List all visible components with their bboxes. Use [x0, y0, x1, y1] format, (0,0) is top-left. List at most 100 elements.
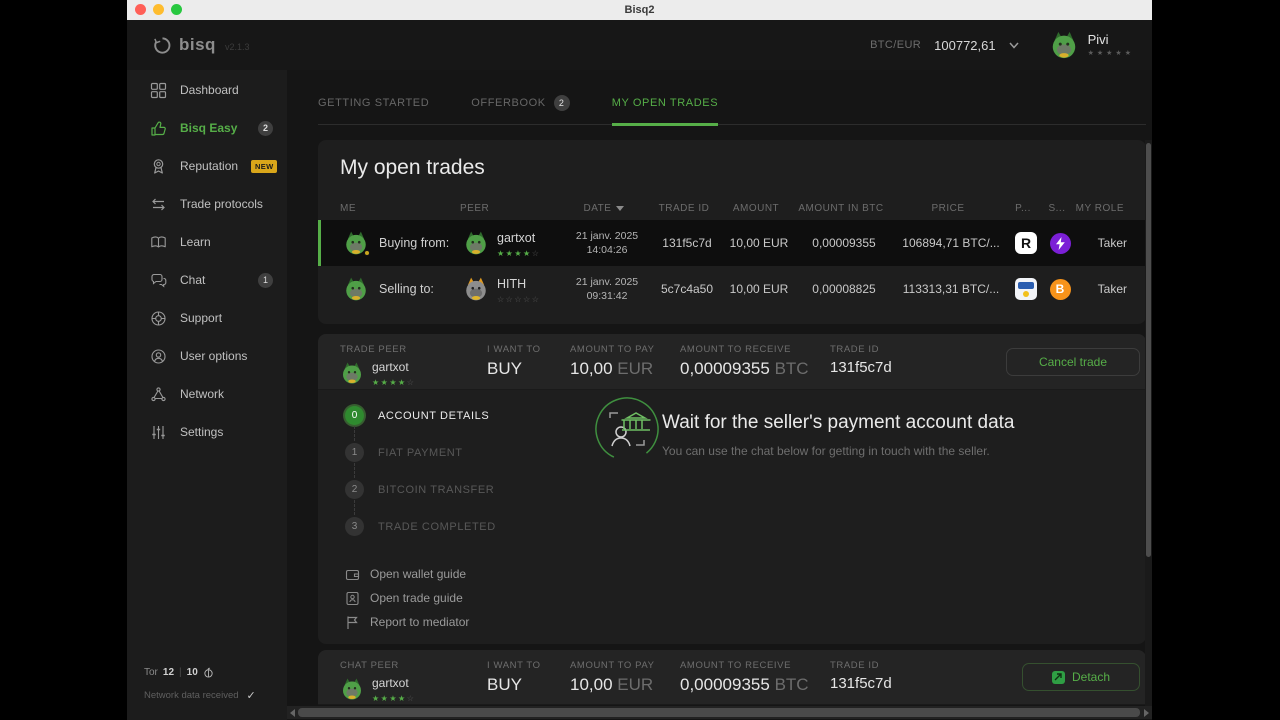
- sidebar-item-bisq-easy[interactable]: Bisq Easy 2: [127, 109, 287, 147]
- my-role: Taker: [1097, 282, 1127, 296]
- trade-steps: 0 ACCOUNT DETAILS 1 FIAT PAYMENT 2 BITCO…: [345, 406, 496, 554]
- pay-currency: EUR: [617, 675, 654, 694]
- market-price-selector[interactable]: BTC/EUR 100772,61: [870, 38, 1019, 53]
- trade-row-131f5c7d[interactable]: Buying from: gartxot ★★★★☆ 21 janv. 2025: [318, 220, 1146, 266]
- detach-chat-button[interactable]: Detach: [1022, 663, 1140, 691]
- tab-offerbook[interactable]: OFFERBOOK 2: [471, 94, 570, 124]
- sidebar-item-label: Bisq Easy: [180, 121, 238, 135]
- detach-icon: [1051, 670, 1065, 684]
- step-trade-completed: 3 TRADE COMPLETED: [345, 517, 496, 536]
- sidebar-item-settings[interactable]: Settings: [127, 413, 287, 451]
- sidebar-item-network[interactable]: Network: [127, 375, 287, 413]
- column-my-role[interactable]: MY ROLE: [1074, 203, 1124, 214]
- flag-icon: [347, 616, 358, 629]
- tab-getting-started[interactable]: GETTING STARTED: [318, 94, 429, 124]
- chat-peer-label: CHAT PEER: [340, 660, 399, 671]
- main-content: GETTING STARTED OFFERBOOK 2 MY OPEN TRAD…: [287, 70, 1152, 720]
- step-fiat-payment: 1 FIAT PAYMENT: [345, 443, 496, 478]
- detach-label: Detach: [1071, 670, 1111, 684]
- trade-summary-strip: TRADE PEER gartxot ★★★★☆ I WANT TO BUY A…: [318, 334, 1146, 390]
- sidebar-item-label: Network: [180, 387, 225, 401]
- step-number: 2: [345, 480, 364, 499]
- wallet-icon: [345, 569, 360, 580]
- window-title: Bisq2: [624, 4, 655, 16]
- card-title: My open trades: [340, 156, 485, 179]
- chevron-down-icon: [1009, 42, 1019, 49]
- link-label: Report to mediator: [370, 615, 470, 629]
- market-price-value: 100772,61: [934, 37, 996, 53]
- horizontal-scrollbar[interactable]: [287, 706, 1152, 719]
- user-icon: [151, 348, 166, 364]
- tab-my-open-trades[interactable]: MY OPEN TRADES: [611, 94, 719, 126]
- sidebar-item-reputation[interactable]: Reputation NEW: [127, 147, 287, 185]
- sliders-icon: [152, 425, 165, 439]
- trade-id: 131f5c7d: [662, 236, 712, 250]
- column-settlement[interactable]: S...: [1040, 203, 1074, 214]
- column-amount[interactable]: AMOUNT: [720, 203, 792, 214]
- status-message-subtitle: You can use the chat below for getting i…: [662, 444, 990, 458]
- trade-chat-card: CHAT PEER gartxot ★★★★☆ I WANT TO BUY AM…: [318, 650, 1146, 705]
- open-trade-guide-link[interactable]: Open trade guide: [345, 586, 469, 610]
- open-wallet-guide-link[interactable]: Open wallet guide: [345, 562, 469, 586]
- trade-row-5c7c4a50[interactable]: Selling to: HITH ☆☆☆☆☆ 21 janv. 2025 09:…: [318, 266, 1146, 312]
- column-date[interactable]: DATE: [560, 203, 648, 214]
- column-me[interactable]: ME: [340, 203, 460, 214]
- step-bitcoin-transfer: 2 BITCOIN TRANSFER: [345, 480, 496, 515]
- tor-label: Tor: [144, 667, 158, 678]
- minimize-window-button[interactable]: [153, 4, 164, 15]
- network-status-footer: Tor 12 | 10 Network data received ✓: [144, 667, 274, 702]
- book-icon: [151, 235, 166, 248]
- app-version: v2.1.3: [224, 42, 250, 52]
- trade-amount: 10,00 EUR: [729, 236, 789, 250]
- peer-name: gartxot: [372, 676, 409, 690]
- chat-summary-strip: CHAT PEER gartxot ★★★★☆ I WANT TO BUY AM…: [318, 650, 1146, 705]
- scroll-left-arrow-icon[interactable]: [287, 706, 298, 719]
- i-want-to-label: I WANT TO: [487, 660, 541, 671]
- sidebar-item-support[interactable]: Support: [127, 299, 287, 337]
- sidebar-item-trade-protocols[interactable]: Trade protocols: [127, 185, 287, 223]
- column-amount-btc[interactable]: AMOUNT IN BTC: [792, 203, 890, 214]
- cancel-trade-button[interactable]: Cancel trade: [1006, 348, 1140, 376]
- sidebar-item-label: Dashboard: [180, 83, 239, 97]
- link-label: Open trade guide: [370, 591, 463, 605]
- sidebar-item-user-options[interactable]: User options: [127, 337, 287, 375]
- horizontal-scrollbar-thumb[interactable]: [298, 708, 1140, 717]
- scroll-right-arrow-icon[interactable]: [1141, 706, 1152, 719]
- peer-name: gartxot: [372, 360, 409, 374]
- column-peer[interactable]: PEER: [460, 203, 560, 214]
- peer-avatar: [340, 677, 364, 701]
- sidebar-item-label: User options: [180, 349, 248, 363]
- trade-time: 09:31:42: [586, 290, 628, 302]
- tab-label: GETTING STARTED: [318, 97, 430, 109]
- column-price[interactable]: PRICE: [890, 203, 1006, 214]
- trade-id-label: TRADE ID: [830, 660, 880, 671]
- trade-time: 14:04:26: [586, 244, 628, 256]
- guide-book-icon: [346, 591, 359, 605]
- receive-currency: BTC: [774, 359, 809, 378]
- trade-direction: Buying from:: [379, 236, 450, 250]
- peer-reputation-stars: ★★★★☆: [372, 378, 416, 387]
- sidebar-item-label: Support: [180, 311, 223, 325]
- step-number: 1: [345, 443, 364, 462]
- close-window-button[interactable]: [135, 4, 146, 15]
- receive-amount: 0,00009355: [680, 359, 770, 378]
- column-payment[interactable]: P...: [1006, 203, 1040, 214]
- sidebar-item-dashboard[interactable]: Dashboard: [127, 71, 287, 109]
- my-role: Taker: [1097, 236, 1127, 250]
- offerbook-badge: 2: [553, 95, 570, 111]
- peer-reputation-stars: ★★★★☆: [372, 694, 416, 703]
- vertical-scrollbar-thumb[interactable]: [1146, 143, 1151, 557]
- zoom-window-button[interactable]: [171, 4, 182, 15]
- vertical-scrollbar[interactable]: [1145, 140, 1152, 706]
- sidebar-item-chat[interactable]: Chat 1: [127, 261, 287, 299]
- user-profile-button[interactable]: Pivi ★★★★★: [1049, 30, 1134, 60]
- sidebar-item-learn[interactable]: Learn: [127, 223, 287, 261]
- network-icon: [151, 386, 166, 401]
- column-trade-id[interactable]: TRADE ID: [648, 203, 720, 214]
- peer-reputation-stars: ☆☆☆☆☆: [497, 294, 541, 304]
- sidebar-item-label: Learn: [180, 235, 211, 249]
- trade-direction-value: BUY: [487, 675, 522, 694]
- user-name: Pivi: [1087, 31, 1109, 47]
- report-to-mediator-link[interactable]: Report to mediator: [345, 610, 469, 634]
- swap-arrows-icon: [152, 198, 165, 210]
